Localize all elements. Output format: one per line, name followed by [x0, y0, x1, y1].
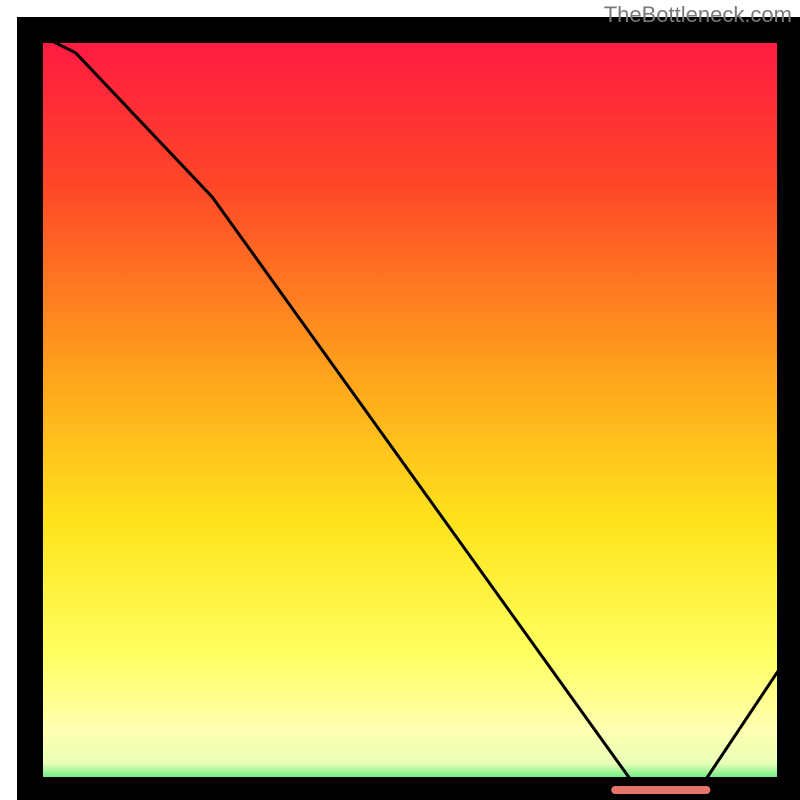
- gradient-background: [30, 30, 790, 790]
- attribution-text: TheBottleneck.com: [604, 2, 792, 28]
- plot-area: [30, 30, 790, 790]
- chart-canvas: [0, 0, 800, 800]
